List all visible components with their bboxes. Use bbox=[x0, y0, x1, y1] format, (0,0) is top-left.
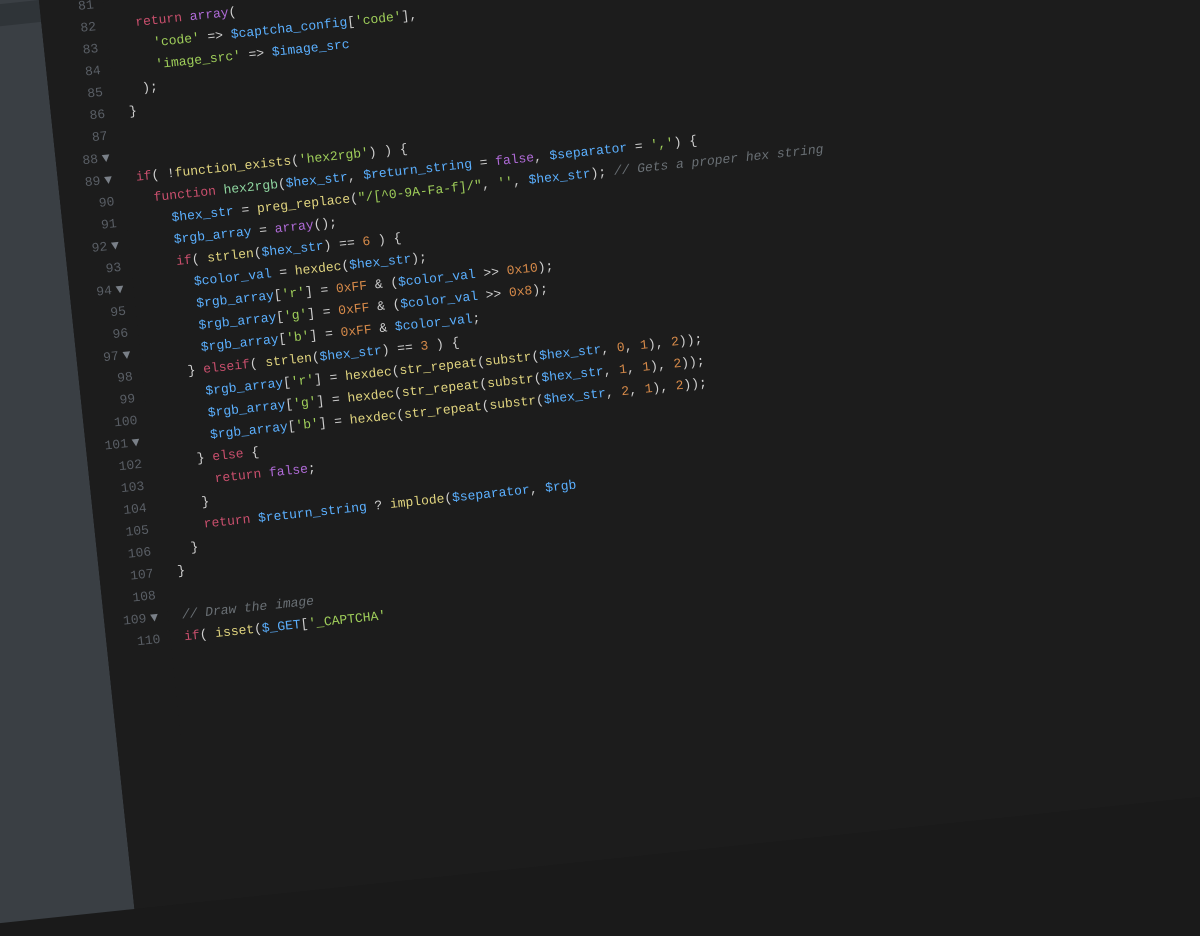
fold-caret-icon[interactable]: ▼ bbox=[111, 282, 124, 298]
file-tree-lower: ...chimp...mailer...e-php-captcha...ckgr… bbox=[0, 366, 92, 533]
fold-caret-icon[interactable]: ▼ bbox=[100, 172, 113, 188]
file-item[interactable]: theme-shop.css bbox=[0, 252, 68, 304]
fold-caret-icon[interactable]: ▼ bbox=[146, 610, 159, 626]
code-area[interactable]: . strlen( realpath($_SERVER['DOCUMENT_RO… bbox=[96, 0, 1200, 902]
fold-caret-icon[interactable]: ▼ bbox=[97, 150, 110, 166]
fold-caret-icon[interactable]: ▼ bbox=[127, 435, 140, 451]
code-editor[interactable]: 7879808182838485868788▼89▼909192▼9394▼95… bbox=[32, 0, 1200, 909]
fold-caret-icon[interactable]: ▼ bbox=[106, 238, 119, 254]
file-item[interactable]: ...x.php bbox=[0, 471, 91, 523]
fold-caret-icon[interactable]: ▼ bbox=[118, 347, 131, 363]
